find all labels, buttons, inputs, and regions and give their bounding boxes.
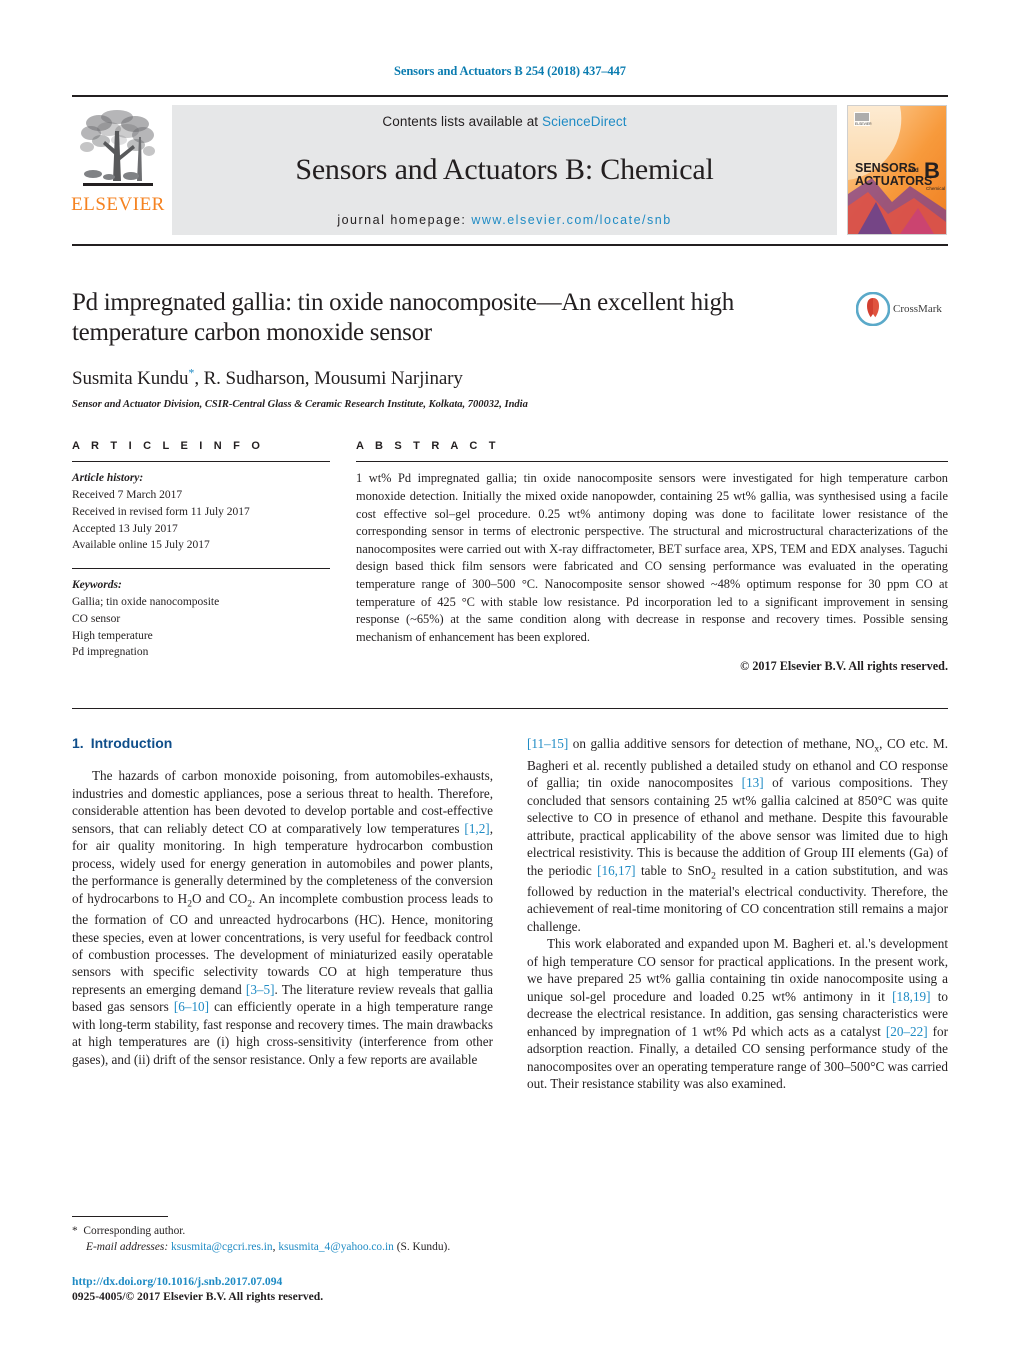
citation-ref[interactable]: [20–22] — [886, 1024, 928, 1039]
email-link-1[interactable]: ksusmita@cgcri.res.in — [171, 1241, 273, 1253]
keywords-label: Keywords: — [72, 579, 122, 592]
history-item: Available online 15 July 2017 — [72, 539, 210, 552]
footnote-block: * Corresponding author. E-mail addresses… — [72, 1215, 492, 1305]
issn-copyright: 0925-4005/© 2017 Elsevier B.V. All right… — [72, 1290, 324, 1304]
journal-homepage-line: journal homepage: www.elsevier.com/locat… — [337, 213, 671, 227]
intro-paragraph-right-2: This work elaborated and expanded upon M… — [527, 935, 948, 1092]
email-link-2[interactable]: ksusmita_4@yahoo.co.in — [278, 1241, 394, 1253]
svg-text:ACTUATORS: ACTUATORS — [855, 174, 932, 188]
svg-text:ELSEVIER: ELSEVIER — [855, 122, 872, 126]
intro-paragraph-left: The hazards of carbon monoxide poisoning… — [72, 767, 493, 1068]
footnote-rule — [72, 1215, 168, 1217]
citation-ref[interactable]: [3–5] — [246, 982, 275, 997]
abstract-rule — [356, 461, 948, 463]
email-line: E-mail addresses: ksusmita@cgcri.res.in,… — [72, 1239, 492, 1256]
keyword-item: Gallia; tin oxide nanocomposite — [72, 596, 220, 609]
paper-page: Sensors and Actuators B 254 (2018) 437–4… — [0, 0, 1020, 1351]
body-columns: 1. Introduction The hazards of carbon mon… — [72, 735, 948, 1092]
section-label: Introduction — [90, 735, 173, 752]
citation-ref[interactable]: [6–10] — [174, 999, 209, 1014]
masthead-contents-box: Contents lists available at ScienceDirec… — [172, 105, 837, 235]
history-item: Accepted 13 July 2017 — [72, 522, 178, 535]
journal-masthead: ELSEVIER Contents lists available at Sci… — [71, 95, 948, 246]
footnote-star: * — [72, 1224, 78, 1237]
section-number: 1. — [72, 735, 84, 752]
crossmark-label: CrossMark — [893, 303, 942, 315]
page-title: Pd impregnated gallia: tin oxide nanocom… — [72, 289, 734, 346]
info-abstract-area: A R T I C L E I N F O Article history: R… — [72, 440, 948, 674]
abstract-copyright: © 2017 Elsevier B.V. All rights reserved… — [740, 659, 948, 674]
journal-title: Sensors and Actuators B: Chemical — [295, 153, 714, 186]
elsevier-wordmark: ELSEVIER — [71, 194, 165, 215]
article-info-rule — [72, 461, 330, 463]
section-heading-introduction: 1. Introduction — [72, 735, 493, 751]
running-head: Sensors and Actuators B 254 (2018) 437–4… — [394, 64, 626, 78]
body-column-right: [11–15] on gallia additive sensors for d… — [527, 735, 948, 1092]
article-info-heading: A R T I C L E I N F O — [72, 440, 265, 453]
keywords-rule — [72, 568, 330, 570]
citation-ref[interactable]: [18,19] — [892, 989, 930, 1004]
body-column-left: 1. Introduction The hazards of carbon mon… — [72, 735, 493, 1092]
svg-text:Chemical: Chemical — [926, 186, 945, 191]
contents-prefix: Contents lists available at — [382, 114, 543, 129]
citation-ref[interactable]: [13] — [742, 775, 764, 790]
history-item: Received 7 March 2017 — [72, 489, 183, 502]
citation-ref[interactable]: [16,17] — [597, 863, 635, 878]
history-item: Received in revised form 11 July 2017 — [72, 505, 250, 518]
affiliation: Sensor and Actuator Division, CSIR-Centr… — [72, 399, 528, 411]
sciencedirect-link[interactable]: ScienceDirect — [542, 114, 627, 129]
contents-lists-line: Contents lists available at ScienceDirec… — [382, 114, 626, 129]
article-info-column: A R T I C L E I N F O Article history: R… — [72, 440, 330, 674]
homepage-prefix: journal homepage: — [337, 213, 472, 227]
abstract-heading: A B S T R A C T — [356, 440, 500, 453]
citation-ref[interactable]: [1,2] — [464, 821, 489, 836]
svg-text:SENSORS: SENSORS — [855, 161, 916, 175]
author-list: Susmita Kundu*, R. Sudharson, Mousumi Na… — [72, 366, 842, 390]
intro-paragraph-right-1: [11–15] on gallia additive sensors for d… — [527, 735, 948, 935]
article-history: Article history: Received 7 March 2017 R… — [72, 470, 330, 554]
journal-cover-thumbnail: ELSEVIER SENSORS and ACTUATORS B Chemica… — [846, 105, 947, 235]
doi-link[interactable]: http://dx.doi.org/10.1016/j.snb.2017.07.… — [72, 1274, 492, 1290]
email-suffix: (S. Kundu). — [393, 1241, 451, 1254]
title-block: Pd impregnated gallia: tin oxide nanocom… — [72, 288, 948, 410]
journal-cover: ELSEVIER SENSORS and ACTUATORS B Chemica… — [845, 105, 948, 235]
intro-r-text-d: table to SnO — [635, 862, 712, 878]
intro-text-c: O and CO — [191, 890, 248, 906]
doi-block: http://dx.doi.org/10.1016/j.snb.2017.07.… — [72, 1274, 492, 1305]
svg-text:B: B — [924, 158, 940, 183]
elsevier-logo: ELSEVIER — [71, 105, 165, 235]
abstract-column: A B S T R A C T 1 wt% Pd impregnated gal… — [356, 440, 948, 674]
crossmark-badge[interactable]: CrossMark — [856, 288, 948, 326]
title-text-wrap: Pd impregnated gallia: tin oxide nanocom… — [72, 288, 856, 410]
crossmark-icon — [856, 292, 890, 326]
intro-r-text-a: on gallia additive sensors for detection… — [568, 736, 875, 752]
abstract-text: 1 wt% Pd impregnated gallia; tin oxide n… — [356, 471, 948, 644]
keyword-item: CO sensor — [72, 612, 121, 625]
corresponding-author-text: Corresponding author. — [83, 1224, 186, 1237]
citation-ref[interactable]: [11–15] — [527, 736, 568, 751]
article-history-label: Article history: — [72, 472, 144, 485]
journal-homepage-link[interactable]: www.elsevier.com/locate/snb — [471, 213, 671, 227]
intro-text-a: The hazards of carbon monoxide poisoning… — [72, 768, 493, 836]
keyword-item: High temperature — [72, 629, 153, 642]
elsevier-tree-icon — [79, 107, 157, 193]
corresponding-author-line: * Corresponding author. — [72, 1223, 492, 1240]
keyword-item: Pd impregnation — [72, 646, 149, 659]
intro-r2-text-a: This work elaborated and expanded upon M… — [527, 936, 948, 1004]
keywords-block: Keywords: Gallia; tin oxide nanocomposit… — [72, 577, 330, 661]
email-label: E-mail addresses: — [86, 1241, 169, 1254]
author-names: Susmita Kundu*, R. Sudharson, Mousumi Na… — [72, 366, 463, 390]
content-divider — [72, 708, 948, 710]
